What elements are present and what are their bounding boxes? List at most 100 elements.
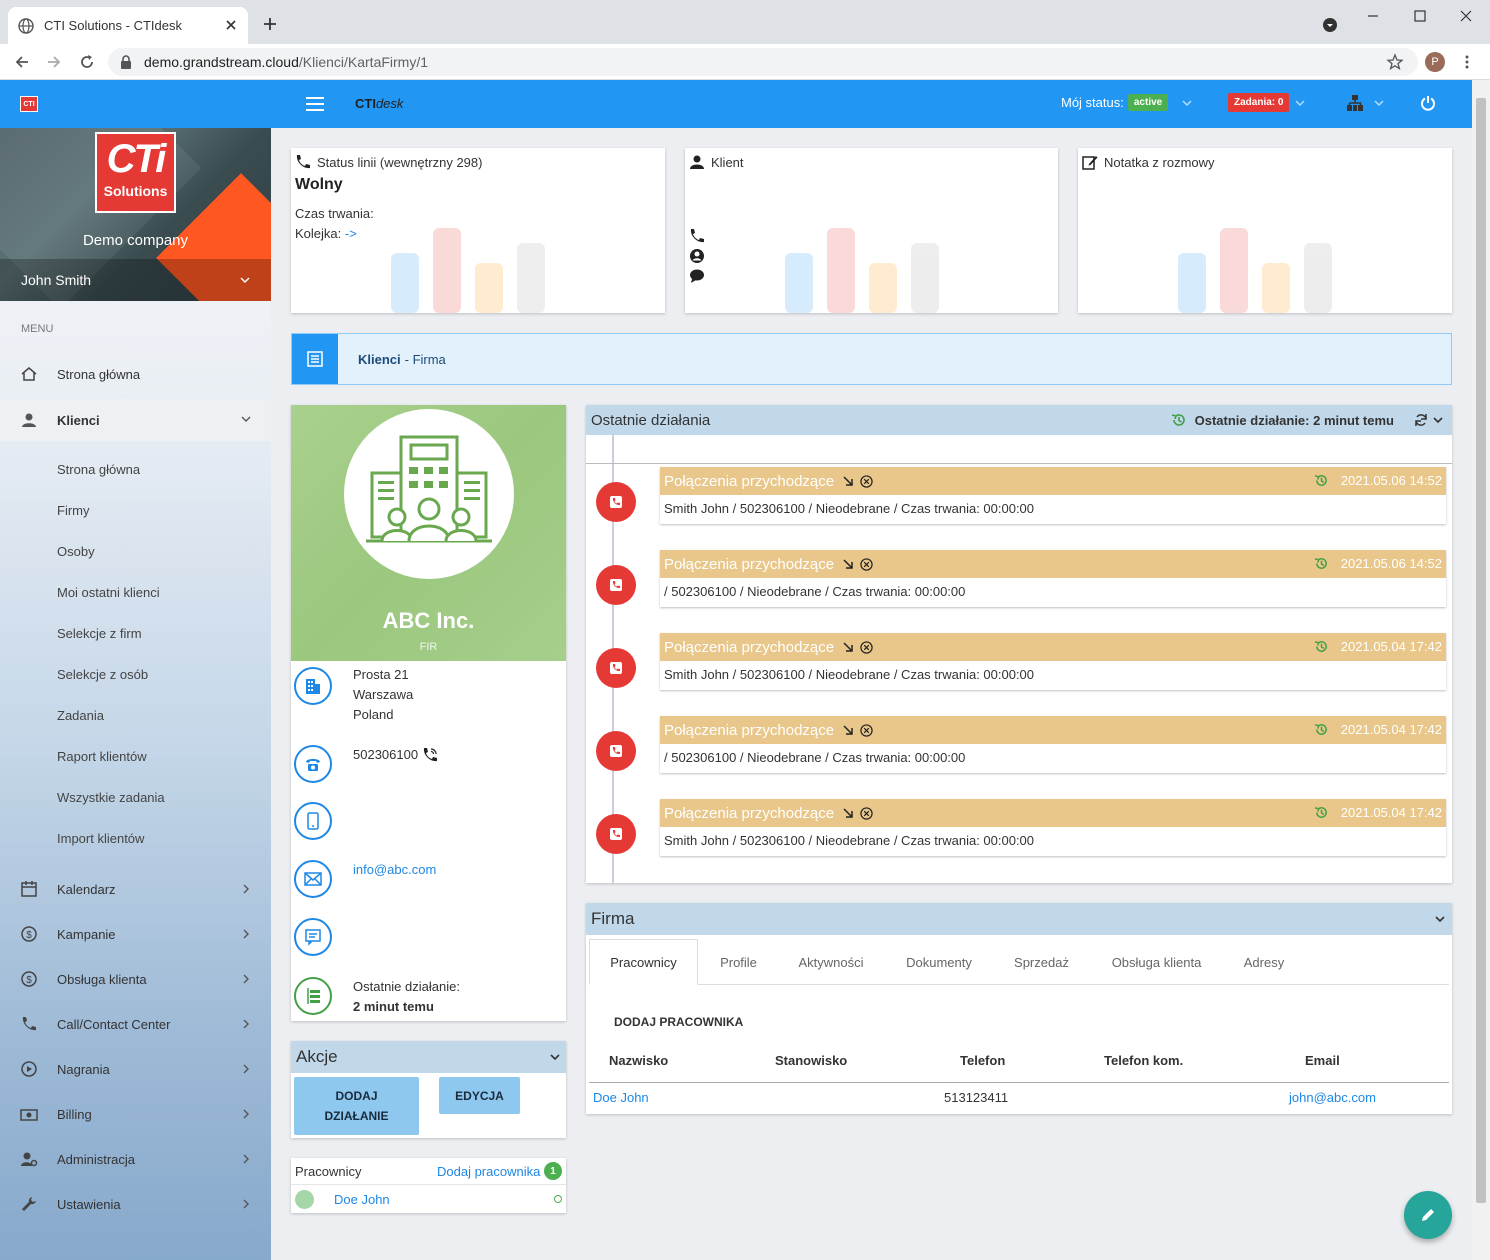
add-employee-link[interactable]: Dodaj pracownika: [437, 1164, 540, 1179]
event-body: / 502306100 / Nieodebrane / Czas trwania…: [664, 584, 966, 599]
close-window-icon[interactable]: [1458, 8, 1474, 24]
employee-link[interactable]: Doe John: [334, 1192, 390, 1207]
app-logo[interactable]: CTI: [20, 96, 38, 112]
submenu-persons[interactable]: Osoby: [57, 544, 95, 559]
submenu-all-tasks[interactable]: Wszystkie zadania: [57, 790, 165, 805]
browser-menu-icon[interactable]: [1458, 53, 1476, 71]
sidebar-item-label: Administracja: [57, 1151, 136, 1167]
submenu-companies[interactable]: Firmy: [57, 503, 90, 518]
employee-email-link[interactable]: john@abc.com: [1289, 1090, 1376, 1105]
submenu-company-selections[interactable]: Selekcje z firm: [57, 626, 142, 641]
chevron-down-icon[interactable]: [1182, 98, 1192, 108]
company-details-header[interactable]: Firma: [586, 903, 1452, 935]
actions-header[interactable]: Akcje: [291, 1041, 566, 1073]
hamburger-menu-icon[interactable]: [306, 96, 324, 112]
submenu-tasks[interactable]: Zadania: [57, 708, 104, 723]
status-badge: active: [1127, 94, 1169, 111]
event-card[interactable]: Połączenia przychodzące 2021.05.04 17:42…: [660, 716, 1446, 773]
client-title: Klient: [711, 154, 744, 170]
sidebar-item-calendar[interactable]: Kalendarz: [0, 869, 271, 909]
avatar: [295, 1190, 314, 1209]
column-header-position[interactable]: Stanowisko: [775, 1053, 847, 1068]
dollar-circle-icon: $: [21, 926, 37, 942]
back-icon[interactable]: [13, 53, 31, 71]
edit-fab-button[interactable]: [1404, 1191, 1452, 1239]
employee-name-link[interactable]: Doe John: [593, 1090, 649, 1105]
event-body: / 502306100 / Nieodebrane / Czas trwania…: [664, 750, 966, 765]
maximize-icon[interactable]: [1412, 8, 1428, 24]
sidebar-item-billing[interactable]: Billing: [0, 1094, 271, 1134]
power-icon[interactable]: [1420, 95, 1436, 111]
submenu-import-clients[interactable]: Import klientów: [57, 831, 144, 846]
company-tabs: Pracownicy Profile Aktywności Dokumenty …: [589, 939, 1449, 985]
phone-icon: [296, 155, 310, 169]
missed-call-icon: [860, 806, 873, 820]
sidebar-item-customer-service[interactable]: $ Obsługa klienta: [0, 959, 271, 999]
page-scrollbar[interactable]: [1472, 80, 1490, 1260]
close-tab-icon[interactable]: [224, 18, 238, 32]
chevron-down-icon[interactable]: [1432, 414, 1444, 426]
event-card[interactable]: Połączenia przychodzące 2021.05.04 17:42…: [660, 633, 1446, 690]
sitemap-icon[interactable]: [1346, 94, 1364, 112]
chevron-down-icon[interactable]: [1434, 913, 1446, 925]
tab-customer-service[interactable]: Obsługa klienta: [1094, 939, 1219, 985]
tab-employees[interactable]: Pracownicy: [589, 939, 698, 985]
address-street: Prosta 21: [353, 667, 409, 682]
column-header-name[interactable]: Nazwisko: [609, 1053, 668, 1068]
envelope-icon: [304, 872, 322, 886]
edit-button[interactable]: EDYCJA: [439, 1077, 520, 1114]
submenu-person-selections[interactable]: Selekcje z osób: [57, 667, 148, 682]
user-menu[interactable]: John Smith: [0, 259, 271, 301]
sidebar-item-home[interactable]: Strona główna: [0, 354, 271, 394]
chevron-down-icon[interactable]: [549, 1051, 561, 1063]
new-tab-icon[interactable]: [262, 16, 278, 32]
minimize-icon[interactable]: [1365, 8, 1381, 24]
column-header-mobile[interactable]: Telefon kom.: [1104, 1053, 1183, 1068]
sidebar-item-call-center[interactable]: Call/Contact Center: [0, 1004, 271, 1044]
timeline-event: Połączenia przychodzące 2021.05.06 14:52…: [586, 550, 1452, 620]
my-status[interactable]: Mój status: active: [1061, 94, 1192, 111]
submenu-home[interactable]: Strona główna: [57, 462, 140, 477]
tab-documents[interactable]: Dokumenty: [889, 939, 989, 985]
profile-menu-icon[interactable]: [1322, 17, 1338, 33]
scrollbar-thumb[interactable]: [1476, 98, 1486, 1203]
history-icon: [1314, 807, 1327, 818]
chevron-down-icon[interactable]: [1374, 98, 1384, 108]
add-employee-button[interactable]: DODAJ PRACOWNIKA: [614, 1015, 743, 1029]
event-header: Połączenia przychodzące 2021.05.06 14:52: [660, 550, 1446, 578]
tab-activities[interactable]: Aktywności: [784, 939, 878, 985]
chevron-down-icon[interactable]: [1295, 98, 1305, 108]
event-card[interactable]: Połączenia przychodzące 2021.05.06 14:52…: [660, 550, 1446, 607]
client-header: Klient: [689, 154, 1054, 170]
column-header-email[interactable]: Email: [1305, 1053, 1340, 1068]
submenu-recent-clients[interactable]: Moi ostatni klienci: [57, 585, 160, 600]
sidebar-item-label: Kalendarz: [57, 881, 116, 897]
submenu-client-report[interactable]: Raport klientów: [57, 749, 147, 764]
company-email[interactable]: info@abc.com: [353, 860, 436, 880]
breadcrumb-section[interactable]: Klienci: [358, 352, 401, 367]
browser-tab[interactable]: CTI Solutions - CTIdesk: [8, 7, 248, 44]
bookmark-star-icon[interactable]: [1386, 53, 1404, 71]
sidebar-item-campaigns[interactable]: $ Kampanie: [0, 914, 271, 954]
user-name: John Smith: [21, 272, 92, 288]
sidebar-item-clients[interactable]: Klienci: [0, 399, 271, 441]
refresh-icon[interactable]: [1414, 413, 1428, 427]
sidebar-item-administration[interactable]: Administracja: [0, 1139, 271, 1179]
tab-profile[interactable]: Profile: [701, 939, 776, 985]
event-card[interactable]: Połączenia przychodzące 2021.05.06 14:52…: [660, 467, 1446, 524]
add-action-button[interactable]: DODAJ DZIAŁANIE: [294, 1077, 419, 1135]
tasks-badge[interactable]: Zadania: 0: [1228, 93, 1290, 112]
tab-addresses[interactable]: Adresy: [1229, 939, 1299, 985]
tab-sales[interactable]: Sprzedaż: [999, 939, 1084, 985]
url-field[interactable]: demo.grandstream.cloud/Klienci/KartaFirm…: [108, 48, 1418, 76]
sidebar-item-settings[interactable]: Ustawienia: [0, 1184, 271, 1224]
reload-icon[interactable]: [78, 53, 96, 71]
queue-value[interactable]: ->: [345, 226, 357, 241]
line-status-card: Status linii (wewnętrzny 298) Wolny Czas…: [291, 148, 665, 313]
profile-avatar[interactable]: P: [1425, 52, 1445, 72]
sidebar-item-recordings[interactable]: Nagrania: [0, 1049, 271, 1089]
column-header-phone[interactable]: Telefon: [960, 1053, 1005, 1068]
event-card[interactable]: Połączenia przychodzące 2021.05.04 17:42…: [660, 799, 1446, 856]
forward-icon[interactable]: [45, 53, 63, 71]
phone-call-icon[interactable]: [422, 747, 438, 763]
